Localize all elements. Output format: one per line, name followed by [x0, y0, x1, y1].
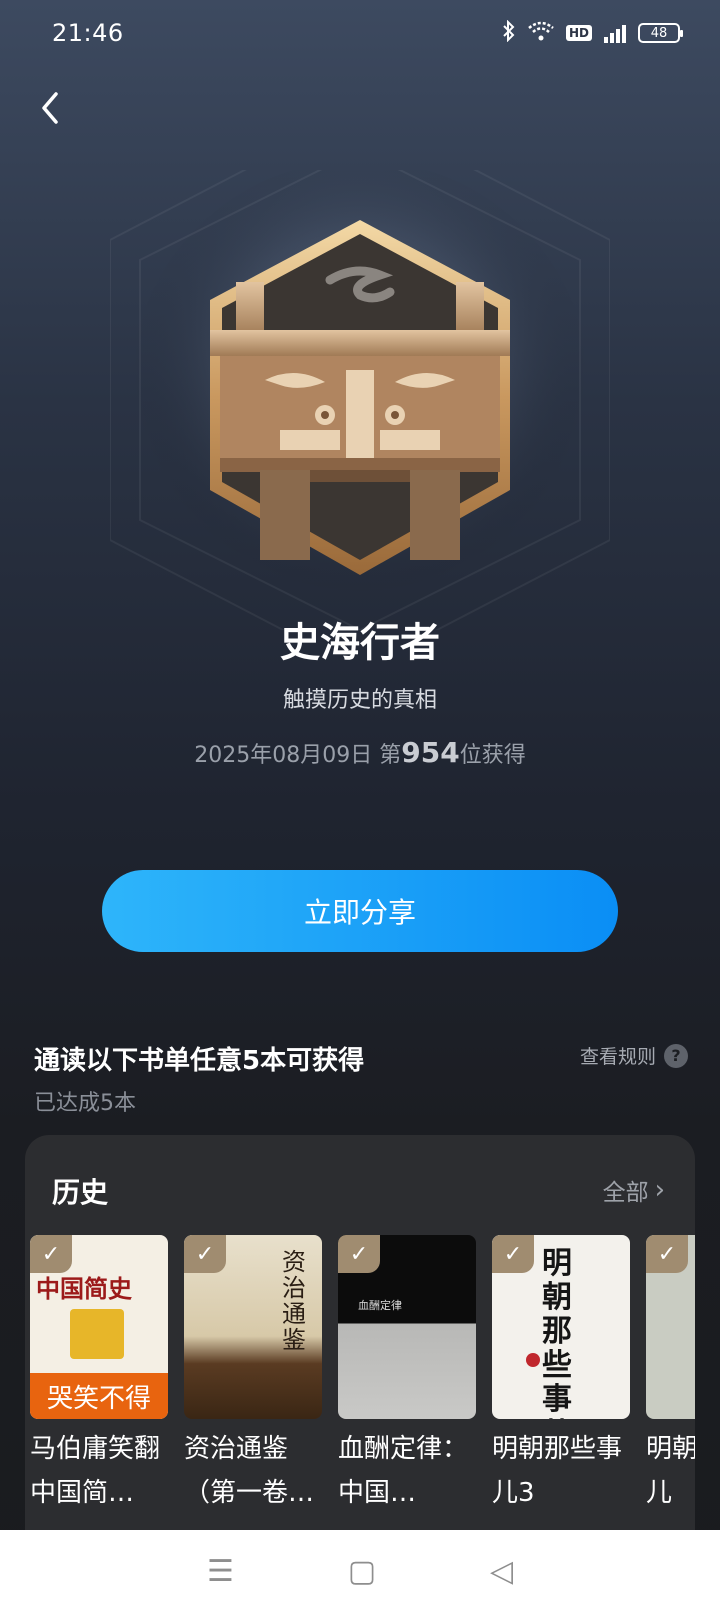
badge-description: 触摸历史的真相 [282, 688, 437, 713]
rank-prefix: 第 [379, 743, 402, 768]
status-bar: 21:46 HD 48 [0, 0, 720, 66]
view-rules-label: 查看规则 [579, 1046, 656, 1068]
home-icon[interactable]: ▢ [348, 1554, 376, 1589]
check-icon: ✓ [338, 1235, 380, 1273]
5g-signal-icon [604, 23, 626, 43]
view-rules-link[interactable]: 查看规则 ? [580, 1042, 688, 1069]
book-list: 中国简史 哭笑不得 ✓ 马伯庸笑翻中国简… 资治通鉴 ✓ 资治通鉴（第一卷… 血… [30, 1235, 695, 1515]
booklist-title: 历史 [52, 1176, 109, 1209]
battery-icon: 48 [638, 23, 683, 43]
hd-badge: HD [565, 25, 592, 41]
cover-subtitle: 哭笑不得 [30, 1373, 168, 1419]
status-time: 21:46 [52, 19, 124, 47]
check-icon: ✓ [184, 1235, 226, 1273]
book-cover: 明朝那些事儿 ✓ [492, 1235, 630, 1419]
check-icon: ✓ [492, 1235, 534, 1273]
status-icons: HD 48 [502, 19, 683, 47]
chevron-left-icon [42, 92, 58, 124]
cover-title: 资治通鉴 [282, 1248, 306, 1354]
book-cover: ✓ [646, 1235, 695, 1419]
book-title: 明朝那些事儿3 [492, 1434, 623, 1508]
view-all-link[interactable]: 全部 › [603, 1173, 665, 1207]
back-button[interactable] [38, 90, 78, 134]
badge-emblem [109, 108, 611, 672]
rank-number: 954 [401, 736, 460, 769]
bronze-ding-badge-icon [109, 108, 611, 672]
book-cover: 资治通鉴 ✓ [184, 1235, 322, 1419]
view-all-label: 全部 [602, 1180, 649, 1206]
book-title: 血酬定律：中国… [338, 1434, 469, 1508]
badge-obtain-info: 2025年08月09日 第954位获得 [0, 736, 720, 769]
wifi-icon [528, 21, 554, 46]
requirement-title: 通读以下书单任意5本可获得 [34, 1046, 365, 1076]
back-triangle-icon[interactable]: ◁ [490, 1554, 513, 1589]
check-icon: ✓ [30, 1235, 72, 1273]
badge-title: 史海行者 [280, 620, 440, 666]
book-title: 资治通鉴（第一卷… [184, 1434, 315, 1508]
chevron-right-icon: › [654, 1175, 665, 1205]
booklist-card: 历史 全部 › 中国简史 哭笑不得 ✓ 马伯庸笑翻中国简… 资治通鉴 ✓ 资治通… [25, 1135, 695, 1535]
requirement-progress: 已达成5本 [34, 1091, 136, 1116]
book-cover: 中国简史 哭笑不得 ✓ [30, 1235, 168, 1419]
rank-suffix: 位获得 [459, 743, 526, 768]
check-icon: ✓ [646, 1235, 688, 1273]
obtain-date: 2025年08月09日 [194, 743, 373, 768]
book-title: 明朝那些事儿 [646, 1434, 695, 1508]
ding-illustration [70, 1309, 124, 1359]
share-button[interactable]: 立即分享 [102, 870, 618, 952]
book-item[interactable]: 资治通鉴 ✓ 资治通鉴（第一卷… [184, 1235, 322, 1515]
book-item[interactable]: 中国简史 哭笑不得 ✓ 马伯庸笑翻中国简… [30, 1235, 168, 1515]
book-item[interactable]: 血酬定律 ✓ 血酬定律：中国… [338, 1235, 476, 1515]
cover-title: 血酬定律 [358, 1299, 402, 1312]
cover-title: 明朝那些事儿 [542, 1246, 572, 1420]
book-cover: 血酬定律 ✓ [338, 1235, 476, 1419]
book-item[interactable]: ✓ 明朝那些事儿 [646, 1235, 695, 1515]
seal-stamp [526, 1353, 540, 1367]
book-item[interactable]: 明朝那些事儿 ✓ 明朝那些事儿3 [492, 1235, 630, 1515]
bluetooth-icon [502, 19, 516, 47]
book-title: 马伯庸笑翻中国简… [30, 1434, 161, 1508]
help-icon: ? [664, 1043, 688, 1068]
cover-title: 中国简史 [36, 1274, 132, 1303]
menu-icon[interactable]: ☰ [207, 1554, 234, 1589]
system-nav-bar: ☰ ▢ ◁ [0, 1530, 720, 1612]
